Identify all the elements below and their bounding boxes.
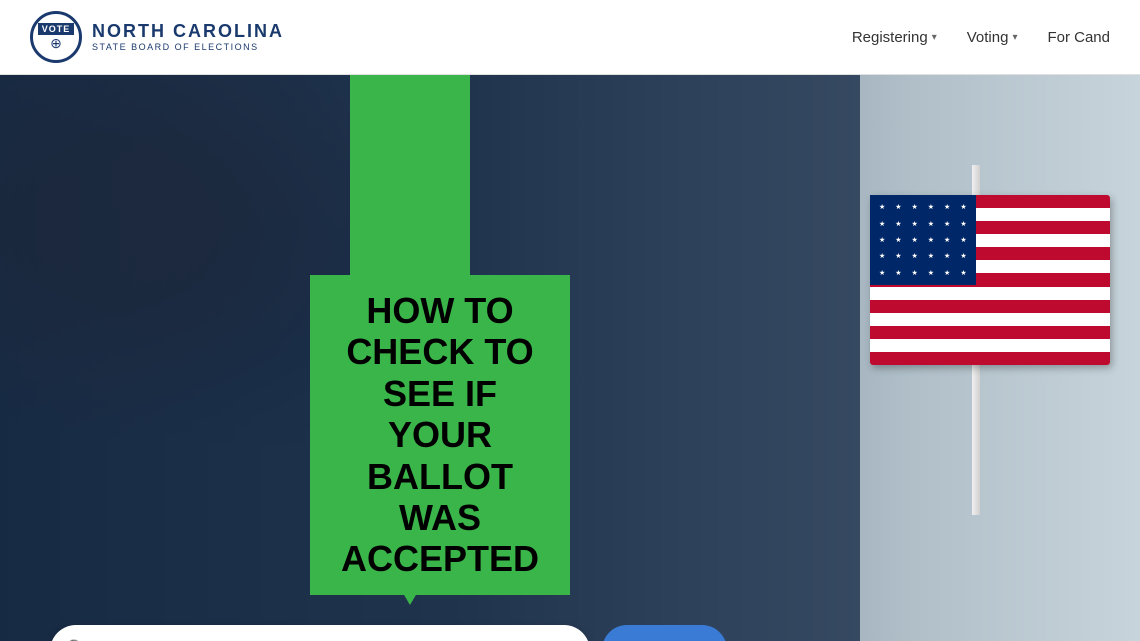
nav-registering[interactable]: Registering ▾ — [852, 29, 937, 46]
american-flag: ★★★★★★ ★★★★★★ ★★★★★★ ★★★★★★ ★★★★★★ — [870, 195, 1110, 365]
logo-emblem-icon: ⊕ — [50, 35, 62, 52]
logo-text: NORTH CAROLINA STATE BOARD OF ELECTIONS — [92, 22, 284, 52]
logo-area[interactable]: VOTE ⊕ NORTH CAROLINA STATE BOARD OF ELE… — [30, 11, 284, 63]
vote-badge: VOTE — [38, 23, 75, 35]
chevron-down-icon: ▾ — [932, 32, 937, 43]
search-box: 🔍 — [50, 625, 590, 641]
chevron-down-icon: ▾ — [1012, 32, 1017, 43]
org-subtitle: STATE BOARD OF ELECTIONS — [92, 42, 284, 52]
search-button[interactable]: SEARCH — [602, 625, 727, 641]
main-nav: Registering ▾ Voting ▾ For Cand — [852, 29, 1110, 46]
logo-icon: VOTE ⊕ — [30, 11, 82, 63]
hero-content: HOW TO CHECK TO SEE IF YOUR BALLOT WAS A… — [0, 75, 860, 641]
org-title: NORTH CAROLINA — [92, 22, 284, 42]
site-header: VOTE ⊕ NORTH CAROLINA STATE BOARD OF ELE… — [0, 0, 1140, 75]
nav-for-candidates[interactable]: For Cand — [1047, 29, 1110, 46]
search-section: 🔍 SEARCH — [50, 625, 810, 641]
hero-headline: HOW TO CHECK TO SEE IF YOUR BALLOT WAS A… — [310, 275, 570, 595]
flag-stars: ★★★★★★ ★★★★★★ ★★★★★★ ★★★★★★ ★★★★★★ — [870, 195, 976, 285]
nav-voting[interactable]: Voting ▾ — [967, 29, 1018, 46]
hero-section: ★★★★★★ ★★★★★★ ★★★★★★ ★★★★★★ ★★★★★★ HOW T… — [0, 75, 1140, 641]
